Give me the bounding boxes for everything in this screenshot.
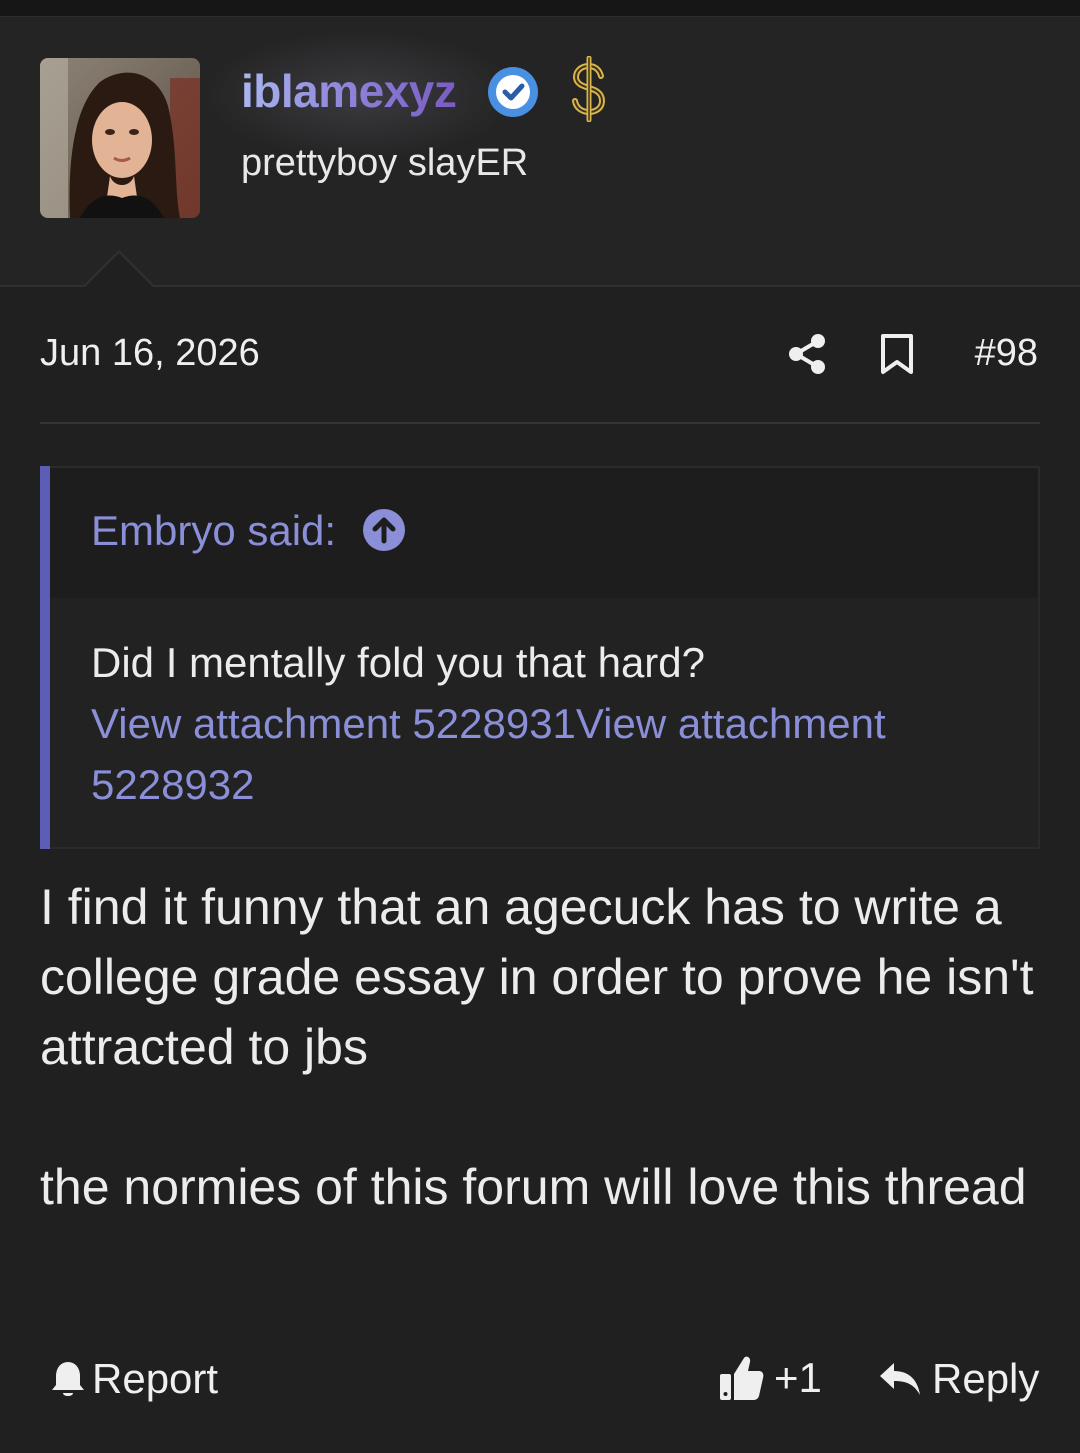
quote-body: Did I mentally fold you that hard? View … bbox=[91, 632, 991, 815]
divider bbox=[40, 422, 1040, 424]
quote-text: Did I mentally fold you that hard? bbox=[91, 639, 706, 686]
top-strip bbox=[0, 0, 1080, 17]
quote-bar bbox=[40, 466, 50, 849]
verified-check-icon bbox=[487, 66, 539, 118]
report-label: Report bbox=[92, 1355, 219, 1402]
reply-arrow-icon bbox=[878, 1359, 922, 1399]
bell-icon bbox=[50, 1359, 86, 1399]
post-date[interactable]: Jun 16, 2026 bbox=[40, 332, 260, 375]
like-count: +1 bbox=[774, 1354, 822, 1401]
thumbs-up-icon bbox=[718, 1354, 764, 1402]
report-button[interactable]: Report bbox=[50, 1354, 218, 1404]
dollar-sign-icon bbox=[563, 55, 615, 123]
reply-label: Reply bbox=[932, 1355, 1040, 1402]
reply-button[interactable]: Reply bbox=[878, 1354, 1039, 1404]
post-message: I find it funny that an agecuck has to w… bbox=[40, 872, 1050, 1222]
quote-author-link[interactable]: Embryo said: bbox=[91, 507, 336, 555]
post-number[interactable]: #98 bbox=[975, 332, 1038, 375]
attachment-link[interactable]: View attachment 5228931 bbox=[91, 700, 576, 747]
message-paragraph: the normies of this forum will love this… bbox=[40, 1159, 1027, 1215]
like-button[interactable]: +1 bbox=[718, 1352, 822, 1404]
share-icon[interactable] bbox=[786, 332, 830, 376]
bookmark-icon[interactable] bbox=[878, 333, 916, 375]
username-link[interactable]: iblamexyz bbox=[241, 64, 457, 118]
message-paragraph: I find it funny that an agecuck has to w… bbox=[40, 879, 1034, 1075]
avatar[interactable] bbox=[40, 58, 200, 218]
user-title: prettyboy slayER bbox=[241, 142, 529, 184]
arrow-up-circle-icon[interactable] bbox=[362, 508, 406, 552]
header-arrow-inner bbox=[85, 253, 153, 287]
